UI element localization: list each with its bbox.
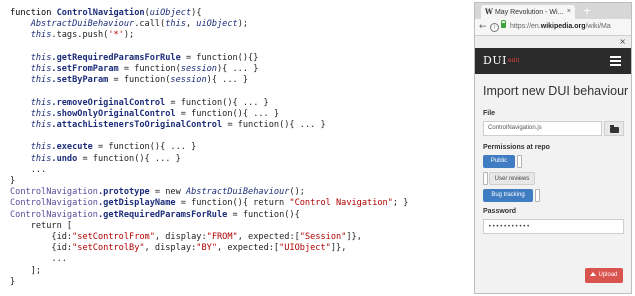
toggle-bug-tracking-label: Bug tracking: [483, 189, 533, 202]
browse-file-button[interactable]: [604, 121, 624, 136]
dui-logo: DUIedit: [483, 54, 520, 67]
lock-icon: [501, 20, 506, 28]
import-form: Import new DUI behaviour File ControlNav…: [475, 84, 631, 234]
panel-close-bar: ×: [475, 36, 631, 48]
url-text[interactable]: https://en.wikipedia.org/wiki/Ma: [510, 19, 611, 35]
browser-window: W May Revolution - Wi... × + ← i https:/…: [474, 2, 632, 294]
password-label: Password: [483, 208, 517, 215]
password-field[interactable]: •••••••••••: [483, 219, 624, 234]
toggle-user-reviews-label: User reviews: [489, 172, 535, 185]
toggle-knob: [483, 172, 488, 185]
class-name: AbstractDuiBehaviour: [30, 19, 135, 30]
tab-close-icon[interactable]: ×: [567, 5, 571, 19]
hamburger-menu-icon[interactable]: [610, 56, 621, 66]
tab-bar: W May Revolution - Wi... × +: [475, 3, 631, 19]
address-bar[interactable]: ← i https://en.wikipedia.org/wiki/Ma: [475, 19, 631, 36]
browser-tab[interactable]: W May Revolution - Wi... ×: [481, 5, 575, 19]
code-listing: function ControlNavigation(uiObject){ Ab…: [4, 4, 466, 292]
info-icon[interactable]: i: [490, 23, 499, 32]
file-label: File: [483, 110, 496, 117]
toggle-user-reviews[interactable]: User reviews: [483, 172, 623, 185]
toggle-public[interactable]: Public: [483, 155, 623, 168]
new-tab-button[interactable]: +: [581, 4, 593, 17]
function-name: ControlNavigation: [56, 8, 145, 18]
file-field[interactable]: ControlNavigation.js: [483, 121, 602, 136]
code-text: function ControlNavigation(uiObject){ Ab…: [10, 8, 409, 287]
keyword: function: [10, 8, 52, 18]
app-header: DUIedit: [475, 48, 631, 74]
close-icon[interactable]: ×: [619, 36, 626, 48]
toggle-knob: [517, 155, 522, 168]
file-picker: ControlNavigation.js: [483, 121, 624, 136]
tab-title: May Revolution - Wi...: [494, 9, 564, 16]
wikipedia-favicon-icon: W: [485, 7, 493, 16]
page-title: Import new DUI behaviour: [483, 84, 629, 98]
back-arrow-icon[interactable]: ←: [479, 21, 487, 33]
param: uiObject: [149, 8, 192, 18]
toggle-public-label: Public: [483, 155, 515, 168]
toggle-knob: [535, 189, 540, 202]
permissions-label: Permissions at repo: [483, 144, 550, 151]
upload-button[interactable]: Upload: [585, 268, 623, 283]
upload-icon: [590, 272, 597, 277]
toggle-bug-tracking[interactable]: Bug tracking: [483, 189, 623, 202]
folder-icon: [610, 125, 619, 133]
